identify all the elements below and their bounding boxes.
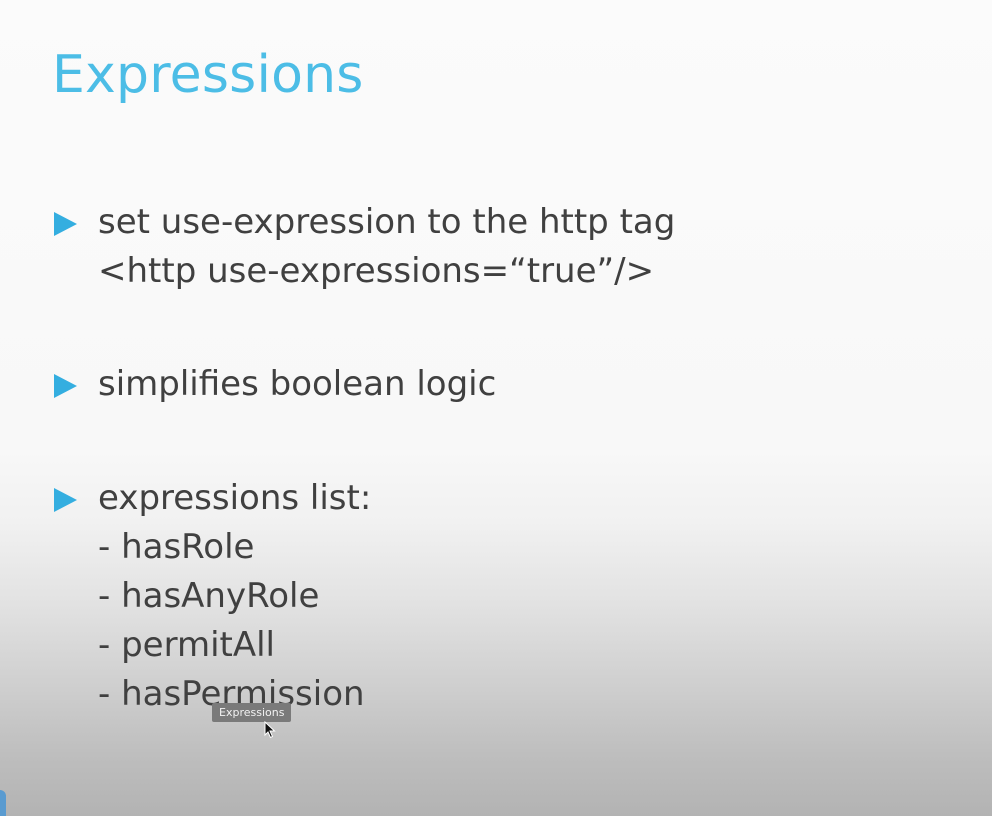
list-item: - hasAnyRole <box>98 576 320 616</box>
triangle-right-icon <box>54 212 77 236</box>
triangle-right-icon <box>54 374 77 398</box>
bullet-text: set use-expression to the http tag <http… <box>98 198 675 296</box>
triangle-right-icon <box>54 488 77 512</box>
bullet-line: <http use-expressions=“true”/> <box>98 251 655 291</box>
slide-title: Expressions <box>52 45 364 105</box>
list-item: - permitAll <box>98 625 276 665</box>
bullet-line: set use-expression to the http tag <box>98 202 676 242</box>
list-item: - hasRole <box>98 527 255 567</box>
mouse-pointer-icon <box>264 721 276 739</box>
bullet-text: simplifies boolean logic <box>98 360 496 409</box>
slide-corner-accent <box>0 790 6 816</box>
presentation-slide: Expressions set use-expression to the ht… <box>0 0 992 816</box>
bullet-line: simplifies boolean logic <box>98 364 497 404</box>
bullet-line: expressions list: <box>98 478 372 518</box>
tooltip: Expressions <box>212 703 292 722</box>
bullet-text: expressions list: - hasRole - hasAnyRole… <box>98 474 371 719</box>
